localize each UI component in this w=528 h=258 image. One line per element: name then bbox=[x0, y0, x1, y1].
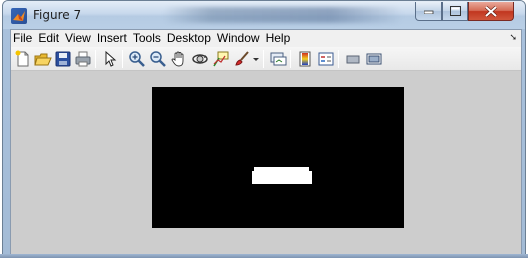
matlab-logo-icon bbox=[11, 8, 27, 24]
close-icon bbox=[485, 5, 497, 17]
maximize-button[interactable] bbox=[442, 2, 468, 21]
menu-window[interactable]: Window bbox=[214, 30, 263, 47]
window-bottom-border bbox=[0, 254, 528, 258]
title-bar[interactable]: Figure 7 bbox=[3, 1, 525, 29]
toolbar-separator bbox=[338, 50, 339, 68]
minimize-icon bbox=[423, 10, 433, 14]
show-plot-tools-icon[interactable] bbox=[365, 50, 383, 68]
pan-hand-icon[interactable] bbox=[170, 50, 188, 68]
menu-file[interactable]: File bbox=[11, 30, 35, 47]
binary-blob bbox=[252, 171, 312, 184]
open-file-icon[interactable] bbox=[34, 50, 52, 68]
rotate-3d-icon[interactable] bbox=[191, 50, 209, 68]
toolbar-separator bbox=[263, 50, 264, 68]
menu-view[interactable]: View bbox=[62, 30, 94, 47]
zoom-out-icon[interactable] bbox=[149, 50, 167, 68]
window-title: Figure 7 bbox=[33, 8, 82, 22]
figure-client-area: File Edit View Insert Tools Desktop Wind… bbox=[10, 29, 522, 255]
figure-toolbar bbox=[11, 47, 521, 71]
zoom-in-icon[interactable] bbox=[128, 50, 146, 68]
menu-insert[interactable]: Insert bbox=[94, 30, 130, 47]
insert-colorbar-icon[interactable] bbox=[296, 50, 314, 68]
menu-overflow-arrow-icon[interactable]: ➘ bbox=[509, 32, 517, 43]
link-plot-icon[interactable] bbox=[269, 50, 287, 68]
insert-legend-icon[interactable] bbox=[317, 50, 335, 68]
print-figure-icon[interactable] bbox=[74, 50, 92, 68]
brush-icon[interactable] bbox=[233, 50, 251, 68]
toolbar-separator bbox=[95, 50, 96, 68]
minimize-button[interactable] bbox=[415, 2, 442, 21]
title-bar-glow bbox=[163, 7, 403, 23]
toolbar-separator bbox=[122, 50, 123, 68]
toolbar-separator bbox=[290, 50, 291, 68]
edit-plot-arrow-icon[interactable] bbox=[101, 50, 119, 68]
figure-canvas bbox=[11, 72, 521, 254]
hide-plot-tools-icon[interactable] bbox=[344, 50, 362, 68]
image-axes[interactable] bbox=[152, 87, 404, 228]
save-figure-icon[interactable] bbox=[54, 50, 72, 68]
menu-tools[interactable]: Tools bbox=[130, 30, 164, 47]
data-cursor-icon[interactable] bbox=[212, 50, 230, 68]
brush-dropdown-icon[interactable] bbox=[252, 50, 260, 68]
menu-bar: File Edit View Insert Tools Desktop Wind… bbox=[11, 30, 521, 47]
close-button[interactable] bbox=[468, 2, 514, 21]
maximize-icon bbox=[449, 6, 461, 16]
figure-window: Figure 7 File Edit View Insert Tools Des… bbox=[2, 0, 526, 258]
new-figure-icon[interactable] bbox=[14, 50, 32, 68]
menu-edit[interactable]: Edit bbox=[35, 30, 62, 47]
menu-desktop[interactable]: Desktop bbox=[164, 30, 214, 47]
menu-help[interactable]: Help bbox=[263, 30, 294, 47]
